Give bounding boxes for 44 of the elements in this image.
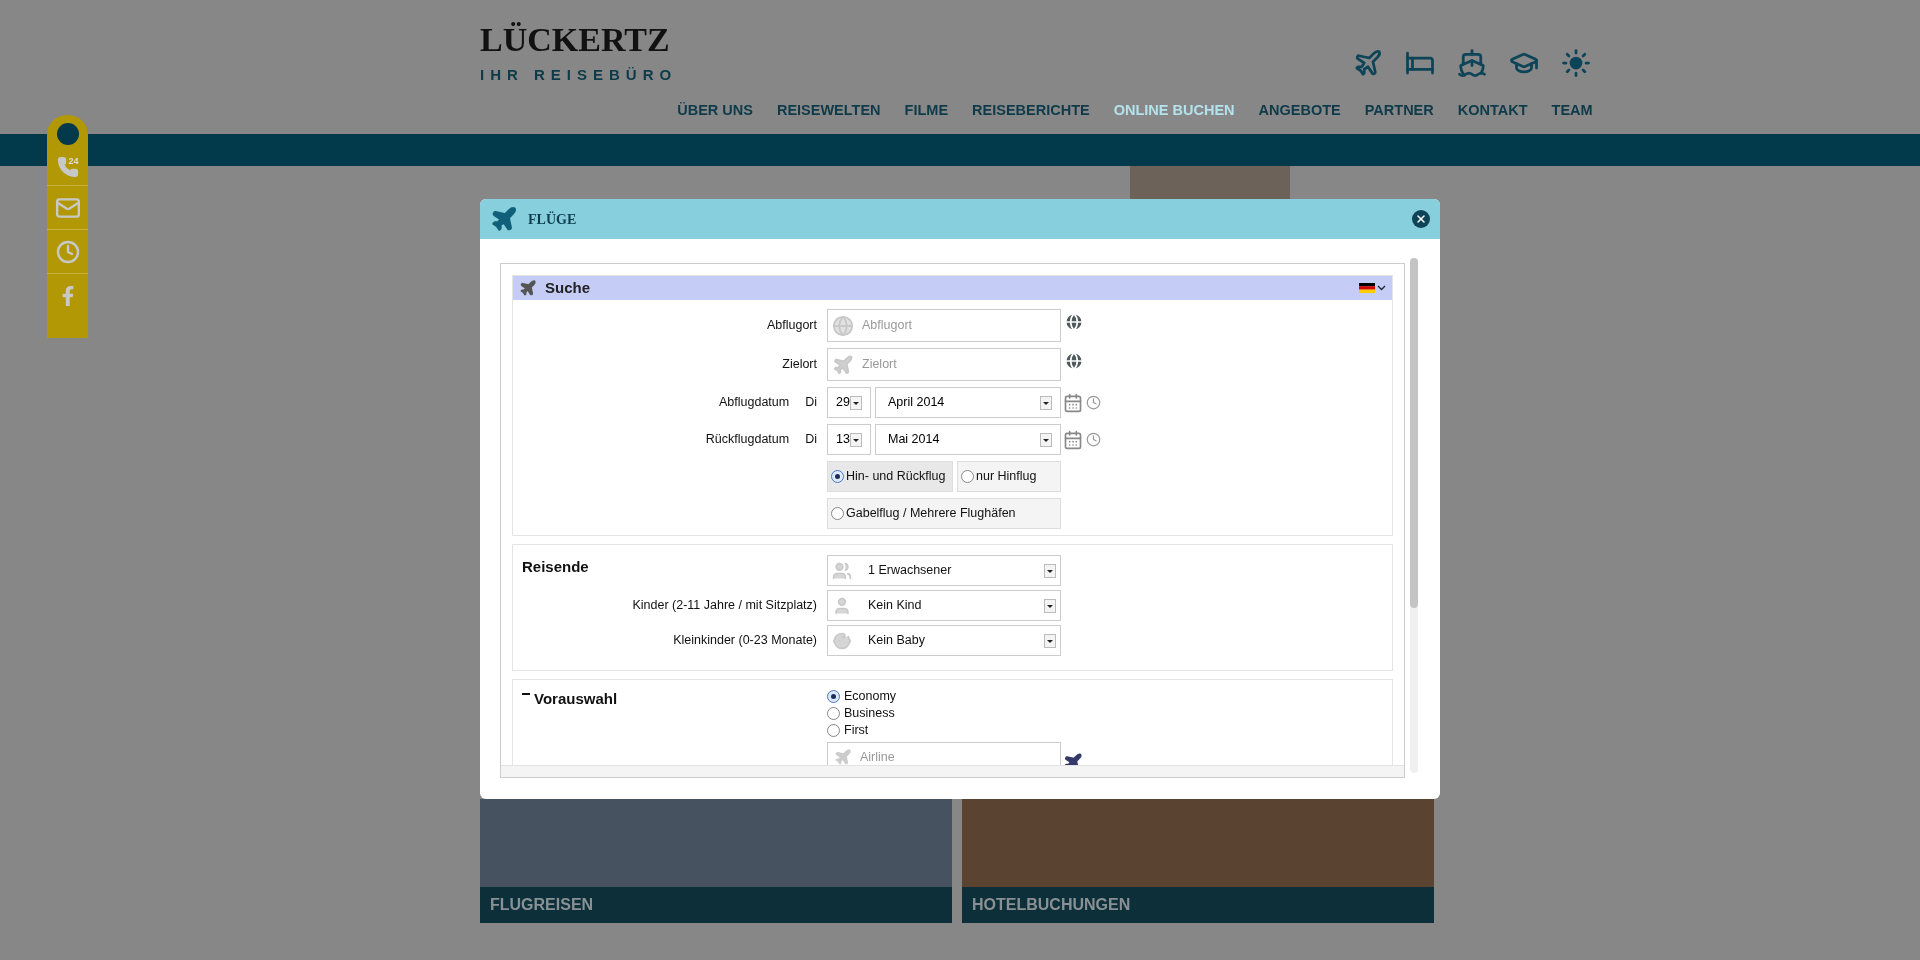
nav-link[interactable]: FILME xyxy=(904,100,949,122)
traveller-select[interactable]: 1 Erwachsener xyxy=(827,555,1061,586)
section-title: Vorauswahl xyxy=(534,689,618,709)
month-select[interactable]: Mai 2014 xyxy=(875,424,1061,455)
nav-link[interactable]: REISEWELTEN xyxy=(776,100,881,122)
weekday-text: Di xyxy=(805,431,817,449)
nav-link[interactable]: PARTNER xyxy=(1364,100,1434,122)
nav-link[interactable]: ONLINE BUCHEN xyxy=(1113,100,1235,122)
dialog-title: FLÜGE xyxy=(528,210,577,229)
trip-type-option[interactable]: Gabelflug / Mehrere Flughäfen xyxy=(827,498,1061,529)
logo-tagline: IHR REISEBÜRO xyxy=(480,65,678,85)
section-title: Reisende xyxy=(522,558,589,575)
field-label: Kleinkinder (0-23 Monate) xyxy=(673,632,817,650)
airline-input[interactable]: Airline xyxy=(827,742,1061,765)
day-select[interactable]: 29 xyxy=(827,387,871,418)
card-title: FLUGREISEN xyxy=(490,895,594,915)
nav-link[interactable]: ÜBER UNS xyxy=(677,100,753,122)
field-label: Zielort xyxy=(782,356,817,374)
radio-label: First xyxy=(844,722,869,740)
card-title: HOTELBUCHUNGEN xyxy=(972,895,1131,915)
radio-label: Business xyxy=(844,705,895,723)
category-card[interactable]: HOTELBUCHUNGEN xyxy=(962,799,1434,923)
day-select[interactable]: 13 xyxy=(827,424,871,455)
category-card[interactable]: FLUGREISEN xyxy=(480,799,952,923)
month-select[interactable]: April 2014 xyxy=(875,387,1061,418)
location-input[interactable]: Abflugort xyxy=(827,309,1061,342)
traveller-select[interactable]: Kein Baby xyxy=(827,625,1061,656)
logo-wordmark[interactable]: LÜCKERTZ xyxy=(480,14,678,60)
trip-type-option[interactable]: Hin- und Rückflug xyxy=(827,461,953,492)
trip-type-option[interactable]: nur Hinflug xyxy=(957,461,1061,492)
field-label: Rückflugdatum xyxy=(705,431,790,449)
radio-label: Economy xyxy=(844,688,897,706)
section-title: Suche xyxy=(545,277,590,298)
location-input[interactable]: Zielort xyxy=(827,348,1061,381)
field-label: Kinder (2-11 Jahre / mit Sitzplatz) xyxy=(632,597,817,615)
field-label: Abflugort xyxy=(766,317,817,335)
weekday-text: Di xyxy=(805,394,817,412)
nav-link[interactable]: REISEBERICHTE xyxy=(972,100,1090,122)
traveller-select[interactable]: Kein Kind xyxy=(827,590,1061,621)
nav-link[interactable]: TEAM xyxy=(1551,100,1593,122)
nav-link[interactable]: ANGEBOTE xyxy=(1258,100,1341,122)
nav-link[interactable]: KONTAKT xyxy=(1457,100,1528,122)
field-label: Abflugdatum xyxy=(719,394,790,412)
hours-text: 24 xyxy=(68,155,79,168)
